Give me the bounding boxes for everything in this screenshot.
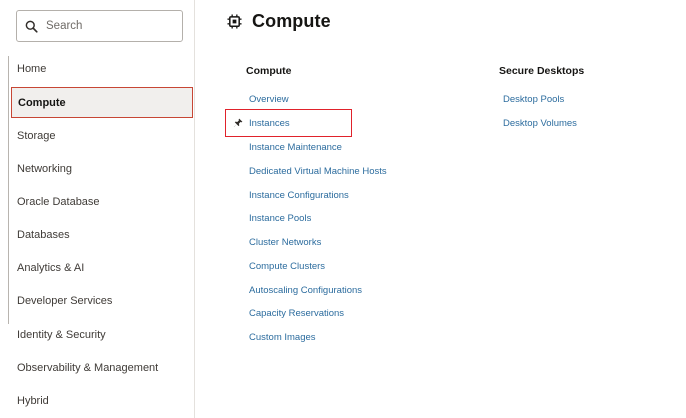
sidebar: Home Compute Storage Networking Oracle D… bbox=[0, 0, 195, 418]
sidebar-item-developer-services[interactable]: Developer Services bbox=[0, 284, 195, 317]
sidebar-item-compute[interactable]: Compute bbox=[11, 87, 193, 118]
page-title-text: Compute bbox=[252, 11, 331, 31]
link-cluster-networks[interactable]: Cluster Networks bbox=[249, 237, 321, 248]
link-desktop-pools[interactable]: Desktop Pools bbox=[503, 94, 564, 105]
sidebar-item-databases[interactable]: Databases bbox=[0, 218, 195, 251]
search-input[interactable] bbox=[46, 20, 176, 32]
column-heading-compute: Compute bbox=[246, 65, 292, 77]
chip-icon bbox=[227, 14, 242, 29]
link-instance-pools[interactable]: Instance Pools bbox=[249, 213, 311, 224]
sidebar-item-hybrid[interactable]: Hybrid bbox=[0, 384, 195, 417]
link-instance-maintenance[interactable]: Instance Maintenance bbox=[249, 142, 342, 153]
sidebar-item-analytics-ai[interactable]: Analytics & AI bbox=[0, 251, 195, 284]
main-content: Compute Compute Overview Instances Insta… bbox=[196, 0, 686, 418]
sidebar-item-home[interactable]: Home bbox=[0, 52, 195, 85]
link-instance-configurations[interactable]: Instance Configurations bbox=[249, 190, 349, 201]
link-overview[interactable]: Overview bbox=[249, 94, 289, 105]
sidebar-item-oracle-database[interactable]: Oracle Database bbox=[0, 185, 195, 218]
page-title: Compute bbox=[227, 11, 331, 32]
search-box[interactable] bbox=[16, 10, 183, 42]
column-heading-secure-desktops: Secure Desktops bbox=[499, 65, 585, 77]
sidebar-item-storage[interactable]: Storage bbox=[0, 119, 195, 152]
sidebar-item-networking[interactable]: Networking bbox=[0, 152, 195, 185]
link-desktop-volumes[interactable]: Desktop Volumes bbox=[503, 118, 577, 129]
link-autoscaling-configurations[interactable]: Autoscaling Configurations bbox=[249, 285, 362, 296]
sidebar-item-observability-management[interactable]: Observability & Management bbox=[0, 351, 195, 384]
link-capacity-reservations[interactable]: Capacity Reservations bbox=[249, 308, 344, 319]
link-custom-images[interactable]: Custom Images bbox=[249, 332, 316, 343]
link-dedicated-vm-hosts[interactable]: Dedicated Virtual Machine Hosts bbox=[249, 166, 387, 177]
link-compute-clusters[interactable]: Compute Clusters bbox=[249, 261, 325, 272]
sidebar-item-identity-security[interactable]: Identity & Security bbox=[0, 318, 195, 351]
pin-icon[interactable] bbox=[233, 118, 243, 128]
search-icon bbox=[25, 20, 38, 33]
link-instances[interactable]: Instances bbox=[249, 118, 290, 129]
